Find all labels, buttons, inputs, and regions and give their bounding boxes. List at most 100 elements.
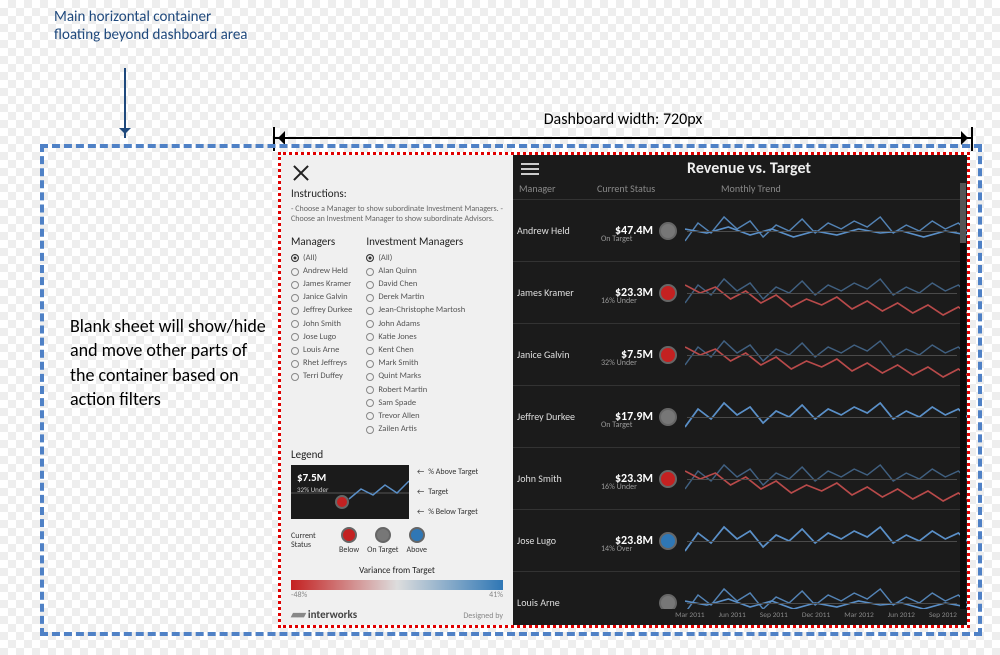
chart-row[interactable]: Andrew Held$47.4MOn Target (513, 199, 967, 261)
radio-item[interactable]: John Smith (291, 318, 352, 331)
col-manager: Manager (519, 182, 597, 195)
managers-col: Managers (All)Andrew HeldJames KramerJan… (291, 235, 352, 436)
radio-item[interactable]: Sam Spade (366, 397, 465, 410)
legend-box: $7.5M 32% Under % Above Target Target % … (291, 465, 503, 519)
radio-item[interactable]: Katie Jones (366, 331, 465, 344)
radio-icon (291, 268, 299, 276)
radio-item[interactable]: Alan Quinn (366, 265, 465, 278)
radio-label: Derek Martin (378, 291, 424, 304)
radio-label: Robert Martin (378, 384, 427, 397)
radio-icon (366, 333, 374, 341)
im-head: Investment Managers (366, 235, 465, 248)
designed-by: Designed by (463, 611, 503, 621)
radio-item[interactable]: Mark Smith (366, 357, 465, 370)
radio-label: Louis Arne (303, 344, 339, 357)
variance-max: 41% (489, 590, 503, 600)
status-dot (659, 408, 677, 426)
status-dot (659, 532, 677, 550)
x-tick: Mar 2011 (675, 611, 705, 625)
managers-head: Managers (291, 235, 352, 248)
menu-icon[interactable] (521, 163, 539, 175)
chart-row[interactable]: Louis Arne (513, 571, 967, 609)
radio-icon (291, 281, 299, 289)
radio-label: Jean-Christophe Martosh (378, 304, 465, 317)
radio-item[interactable]: Jeffrey Durkee (291, 304, 352, 317)
radio-icon (366, 307, 374, 315)
radio-icon (291, 320, 299, 328)
radio-label: Alan Quinn (378, 265, 416, 278)
radio-item[interactable]: Derek Martin (366, 291, 465, 304)
radio-icon (291, 347, 299, 355)
radio-item[interactable]: David Chen (366, 278, 465, 291)
radio-item[interactable]: Terri Duffey (291, 370, 352, 383)
radio-item[interactable]: Quint Marks (366, 370, 465, 383)
radio-label: Sam Spade (378, 397, 416, 410)
annotation-top: Main horizontal container floating beyon… (54, 8, 254, 44)
radio-item[interactable]: Jose Lugo (291, 331, 352, 344)
chart-row[interactable]: Jeffrey Durkee$17.9MOn Target (513, 385, 967, 447)
radio-label: Katie Jones (378, 331, 416, 344)
chart-row[interactable]: John Smith$23.3M16% Under (513, 447, 967, 509)
legend-target-label: Target (417, 487, 478, 497)
legend-above-label: % Above Target (417, 467, 478, 477)
instructions-body: - Choose a Manager to show subordinate I… (291, 204, 503, 225)
scrollbar[interactable] (960, 183, 966, 609)
chart-row[interactable]: Janice Galvin$7.5M32% Under (513, 323, 967, 385)
radio-icon (366, 426, 374, 434)
ruler: Dashboard width: 720px (273, 110, 973, 139)
chart-row[interactable]: Jose Lugo$23.8M14% Over (513, 509, 967, 571)
annotation-arrow (124, 68, 126, 138)
col-status: Current Status (597, 182, 681, 195)
x-axis: Mar 2011Jun 2011Sep 2011Dec 2011Mar 2012… (513, 609, 967, 625)
radio-label: Jeffrey Durkee (303, 304, 352, 317)
status-above: Above (407, 527, 428, 555)
radio-icon (291, 294, 299, 302)
legend-head: Legend (291, 448, 503, 461)
radio-item[interactable]: Andrew Held (291, 265, 352, 278)
row-sub: 16% Under (601, 296, 637, 306)
chart-row[interactable]: James Kramer$23.3M16% Under (513, 261, 967, 323)
dashboard: Instructions: - Choose a Manager to show… (278, 152, 970, 628)
radio-label: David Chen (378, 278, 417, 291)
target-line (687, 231, 957, 232)
x-tick: Jun 2011 (719, 611, 746, 625)
variance-head: Variance from Target (291, 565, 503, 576)
radio-item[interactable]: Robert Martin (366, 384, 465, 397)
x-tick: Sep 2011 (760, 611, 788, 625)
ruler-line (273, 137, 973, 139)
radio-label: Kent Chen (378, 344, 413, 357)
radio-label: Rhet Jeffreys (303, 357, 347, 370)
radio-item[interactable]: Trevor Allen (366, 410, 465, 423)
status-dot (659, 222, 677, 240)
radio-item[interactable]: Jean-Christophe Martosh (366, 304, 465, 317)
radio-label: John Smith (303, 318, 341, 331)
radio-item[interactable]: Kent Chen (366, 344, 465, 357)
variance-bar (291, 580, 503, 590)
radio-icon (291, 254, 299, 262)
radio-label: Zailen Artis (378, 423, 416, 436)
ruler-label: Dashboard width: 720px (273, 110, 973, 129)
radio-label: John Adams (378, 318, 420, 331)
radio-icon (366, 294, 374, 302)
legend-sub: 32% Under (297, 485, 328, 494)
chart-rows: Andrew Held$47.4MOn TargetJames Kramer$2… (513, 199, 967, 609)
status-legend: Current Status Below On Target Above (291, 527, 503, 555)
radio-label: Terri Duffey (303, 370, 343, 383)
row-name: Jeffrey Durkee (513, 410, 595, 423)
radio-item[interactable]: (All) (366, 252, 465, 265)
radio-item[interactable]: Zailen Artis (366, 423, 465, 436)
row-name: James Kramer (513, 286, 595, 299)
close-icon[interactable] (291, 163, 311, 183)
radio-icon (366, 373, 374, 381)
radio-item[interactable]: Rhet Jeffreys (291, 357, 352, 370)
radio-item[interactable]: Louis Arne (291, 344, 352, 357)
radio-item[interactable]: John Adams (366, 318, 465, 331)
radio-item[interactable]: Janice Galvin (291, 291, 352, 304)
radio-label: (All) (303, 252, 317, 265)
row-name: Jose Lugo (513, 534, 595, 547)
row-name: Louis Arne (513, 596, 595, 609)
radio-item[interactable]: James Kramer (291, 278, 352, 291)
status-label: Current Status (291, 532, 331, 550)
chart-title: Revenue vs. Target (539, 159, 959, 178)
radio-item[interactable]: (All) (291, 252, 352, 265)
